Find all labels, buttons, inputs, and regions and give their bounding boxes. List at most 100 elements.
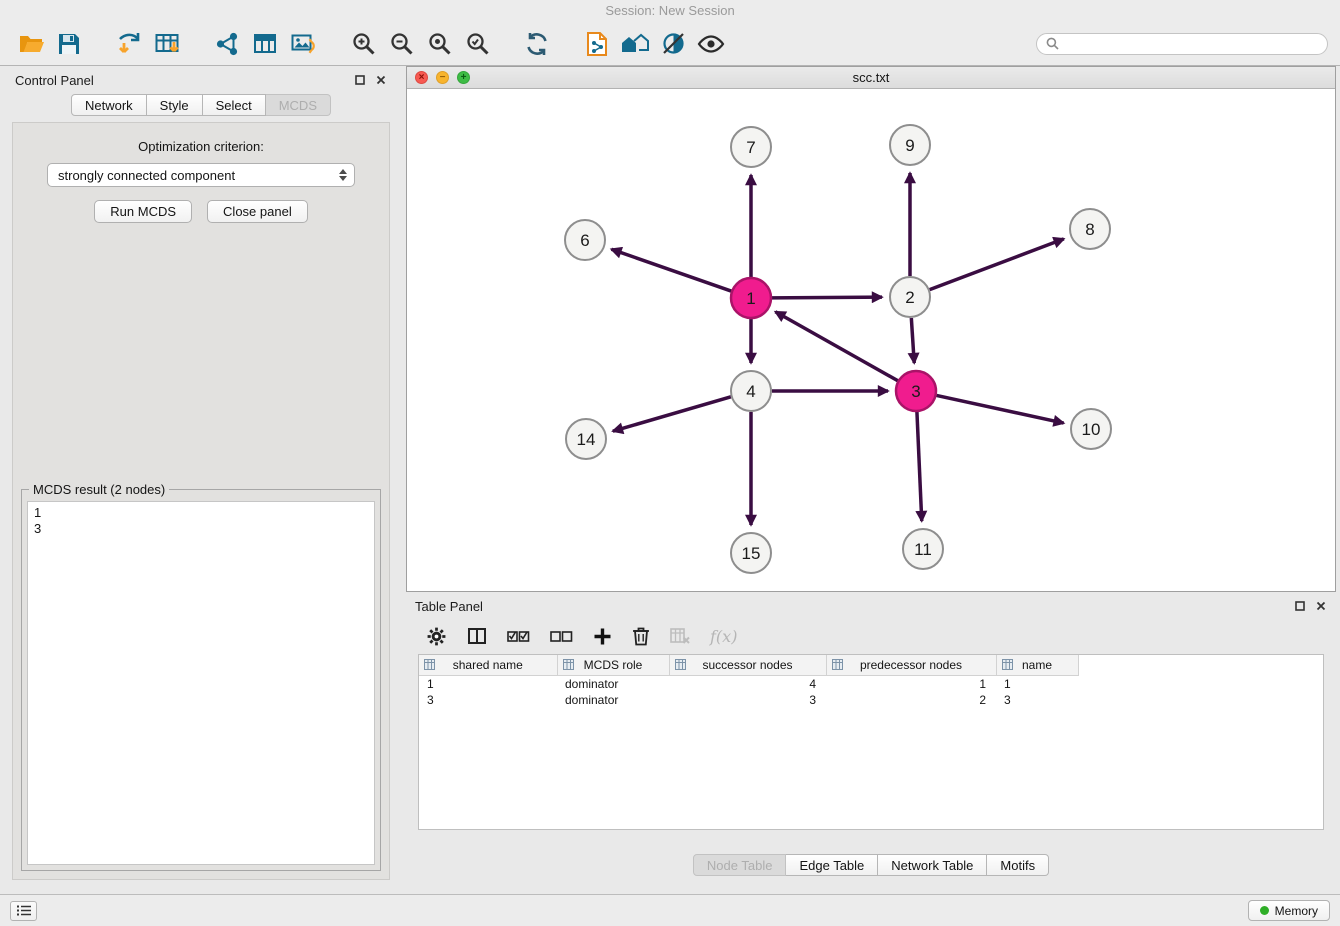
table-cell[interactable]: 3 — [996, 692, 1078, 708]
window-close-button[interactable]: × — [415, 71, 428, 84]
graph-node-4[interactable]: 4 — [731, 371, 771, 411]
float-icon — [1295, 601, 1305, 611]
zoom-selected-button[interactable] — [458, 26, 496, 62]
close-panel-button[interactable] — [375, 74, 387, 86]
status-bar: Memory — [0, 894, 1340, 926]
table-tab-network-table[interactable]: Network Table — [878, 854, 987, 876]
export-image-button[interactable] — [284, 26, 322, 62]
control-tab-mcds[interactable]: MCDS — [266, 94, 331, 116]
column-header-predecessor-nodes[interactable]: predecessor nodes — [826, 655, 996, 675]
new-network-table-button[interactable] — [246, 26, 284, 62]
table-tab-edge-table[interactable]: Edge Table — [786, 854, 878, 876]
graph-node-3[interactable]: 3 — [896, 371, 936, 411]
search-icon — [1046, 37, 1059, 50]
control-tab-network[interactable]: Network — [71, 94, 147, 116]
graph-edge-3-10[interactable] — [937, 395, 1064, 423]
refresh-view-button[interactable] — [518, 26, 556, 62]
table-cell[interactable]: dominator — [557, 692, 669, 708]
graph-edge-3-11[interactable] — [917, 412, 922, 521]
search-input[interactable] — [1065, 37, 1318, 51]
table-cell[interactable]: 2 — [826, 692, 996, 708]
criterion-select[interactable]: strongly connected component — [47, 163, 355, 187]
import-network-button[interactable] — [110, 26, 148, 62]
show-all-networks-button[interactable] — [616, 26, 654, 62]
float-table-panel-button[interactable] — [1294, 600, 1306, 612]
graph-edge-1-2[interactable] — [772, 297, 882, 298]
table-cell[interactable]: 1 — [419, 675, 557, 692]
window-minimize-button[interactable]: − — [436, 71, 449, 84]
open-folder-icon — [18, 31, 44, 57]
graph-node-9[interactable]: 9 — [890, 125, 930, 165]
apply-style-button[interactable] — [654, 26, 692, 62]
mcds-panel: Optimization criterion: strongly connect… — [12, 122, 390, 880]
gear-icon — [426, 626, 447, 647]
graph-edge-2-8[interactable] — [930, 239, 1064, 290]
network-graph[interactable]: 7 9 6 8 1 2 4 3 14 10 15 11 — [407, 89, 1335, 591]
window-zoom-button[interactable]: + — [457, 71, 470, 84]
table-cell[interactable]: 3 — [669, 692, 826, 708]
save-session-button[interactable] — [50, 26, 88, 62]
graph-edge-4-14[interactable] — [613, 397, 731, 431]
graph-node-10[interactable]: 10 — [1071, 409, 1111, 449]
graph-node-8[interactable]: 8 — [1070, 209, 1110, 249]
memory-button[interactable]: Memory — [1248, 900, 1330, 921]
table-row[interactable]: 1dominator411 — [419, 675, 1323, 692]
table-cell[interactable]: 4 — [669, 675, 826, 692]
table-row[interactable]: 3dominator323 — [419, 692, 1323, 708]
select-all-button[interactable] — [507, 623, 530, 649]
table-tab-node-table[interactable]: Node Table — [693, 854, 787, 876]
control-panel-header: Control Panel — [6, 68, 396, 92]
delete-table-button[interactable] — [670, 623, 690, 649]
table-cell[interactable]: 3 — [419, 692, 557, 708]
run-mcds-button[interactable]: Run MCDS — [94, 200, 192, 223]
control-tab-select[interactable]: Select — [203, 94, 266, 116]
mcds-result-text[interactable]: 13 — [27, 501, 375, 865]
zoom-fit-button[interactable] — [420, 26, 458, 62]
deselect-all-icon — [550, 628, 573, 644]
table-cell[interactable]: 1 — [826, 675, 996, 692]
first-neighbors-button[interactable] — [578, 26, 616, 62]
show-hide-button[interactable] — [692, 26, 730, 62]
network-window-title: scc.txt — [407, 70, 1335, 85]
graph-node-11[interactable]: 11 — [903, 529, 943, 569]
column-header-shared-name[interactable]: shared name — [419, 655, 557, 675]
deselect-all-button[interactable] — [550, 623, 573, 649]
close-table-panel-button[interactable] — [1315, 600, 1327, 612]
close-panel-button-2[interactable]: Close panel — [207, 200, 308, 223]
control-tab-style[interactable]: Style — [147, 94, 203, 116]
table-cell[interactable]: dominator — [557, 675, 669, 692]
open-file-button[interactable] — [12, 26, 50, 62]
zoom-in-button[interactable] — [344, 26, 382, 62]
import-table-button[interactable] — [148, 26, 186, 62]
delete-row-button[interactable] — [632, 623, 650, 649]
table-tab-motifs[interactable]: Motifs — [987, 854, 1049, 876]
graph-edge-2-3[interactable] — [911, 318, 914, 363]
float-panel-button[interactable] — [354, 74, 366, 86]
graph-edge-1-6[interactable] — [611, 249, 731, 291]
new-network-button[interactable] — [208, 26, 246, 62]
graph-node-7[interactable]: 7 — [731, 127, 771, 167]
graph-node-15[interactable]: 15 — [731, 533, 771, 573]
graph-node-2[interactable]: 2 — [890, 277, 930, 317]
column-header-successor-nodes[interactable]: successor nodes — [669, 655, 826, 675]
table-cell[interactable]: 1 — [996, 675, 1078, 692]
select-stepper-icon — [339, 169, 347, 181]
column-header-MCDS-role[interactable]: MCDS role — [557, 655, 669, 675]
zoom-out-button[interactable] — [382, 26, 420, 62]
function-builder-button[interactable]: f(x) — [710, 623, 737, 649]
graph-node-6[interactable]: 6 — [565, 220, 605, 260]
optimization-criterion-label: Optimization criterion: — [138, 139, 264, 154]
network-window-titlebar[interactable]: ×−+ scc.txt — [407, 67, 1335, 89]
graph-node-1[interactable]: 1 — [731, 278, 771, 318]
column-header-name[interactable]: name — [996, 655, 1078, 675]
choose-columns-button[interactable] — [467, 623, 487, 649]
column-settings-button[interactable] — [426, 623, 447, 649]
add-row-button[interactable] — [593, 623, 612, 649]
export-image-icon — [290, 31, 316, 57]
search-box[interactable] — [1036, 33, 1328, 55]
graph-node-14[interactable]: 14 — [566, 419, 606, 459]
svg-text:11: 11 — [914, 540, 932, 559]
graph-edge-3-1[interactable] — [775, 312, 897, 381]
network-canvas[interactable]: 7 9 6 8 1 2 4 3 14 10 15 11 — [407, 89, 1335, 591]
task-history-button[interactable] — [10, 901, 37, 921]
